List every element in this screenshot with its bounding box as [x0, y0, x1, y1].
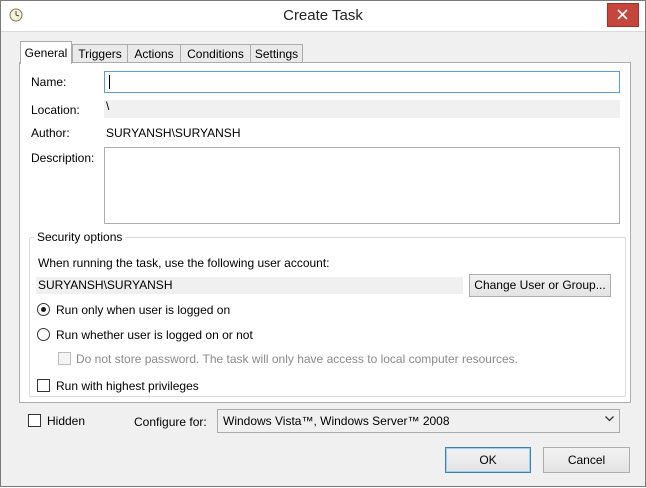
tab-general[interactable]: General — [20, 41, 72, 64]
hidden-checkbox[interactable] — [28, 414, 41, 427]
create-task-window: Create Task General Triggers Actions Con… — [0, 0, 646, 487]
no-store-password-label: Do not store password. The task will onl… — [76, 352, 518, 366]
hidden-label[interactable]: Hidden — [47, 414, 85, 428]
user-account-field: SURYANSH\SURYANSH — [36, 277, 463, 294]
highest-privileges-label[interactable]: Run with highest privileges — [56, 379, 199, 393]
ok-button[interactable]: OK — [445, 447, 531, 473]
configure-for-value: Windows Vista™, Windows Server™ 2008 — [223, 414, 450, 428]
no-store-password-checkbox[interactable] — [58, 352, 71, 365]
account-prompt: When running the task, use the following… — [38, 256, 330, 270]
highest-privileges-checkbox[interactable] — [37, 379, 50, 392]
cancel-button[interactable]: Cancel — [543, 447, 630, 473]
radio-selected-dot — [41, 307, 46, 312]
run-logged-on-label[interactable]: Run only when user is logged on — [56, 303, 230, 317]
run-logged-on-radio[interactable] — [37, 303, 50, 316]
security-options-title: Security options — [34, 230, 126, 244]
configure-for-dropdown[interactable]: Windows Vista™, Windows Server™ 2008 — [217, 409, 620, 433]
change-user-button[interactable]: Change User or Group... — [469, 274, 611, 297]
run-whether-label[interactable]: Run whether user is logged on or not — [56, 328, 253, 342]
configure-for-label: Configure for: — [134, 415, 207, 429]
chevron-down-icon — [605, 416, 614, 422]
run-whether-radio[interactable] — [37, 328, 50, 341]
user-account-value: SURYANSH\SURYANSH — [38, 278, 173, 292]
